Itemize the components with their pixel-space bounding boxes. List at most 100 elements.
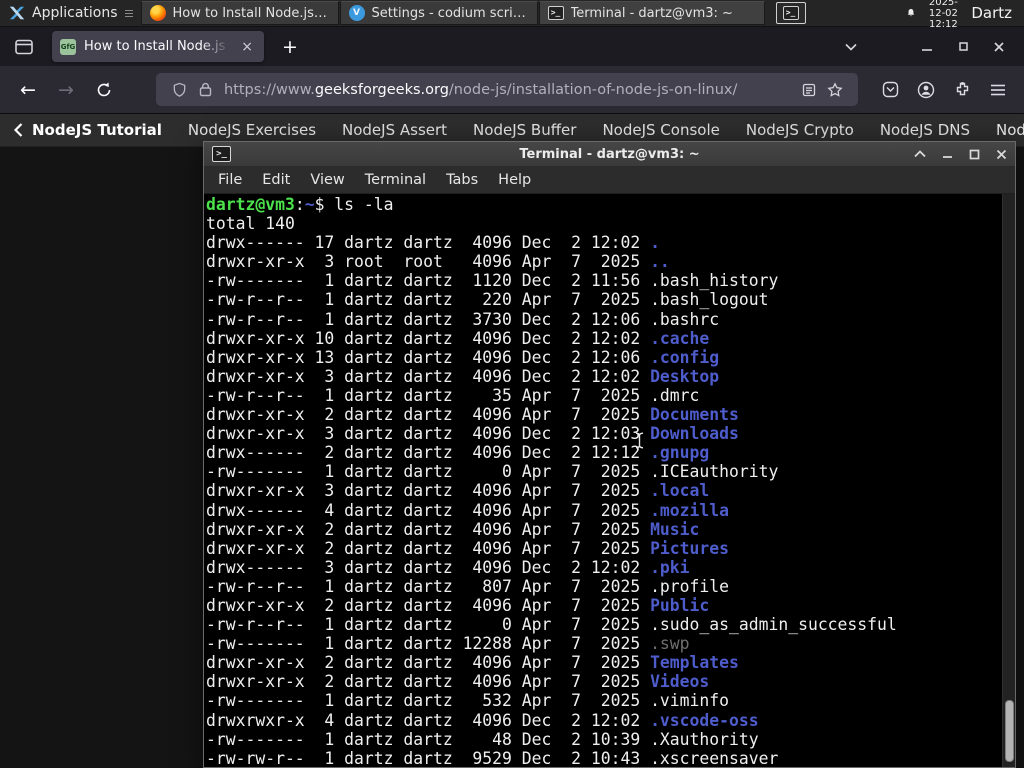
taskbar-window-codium[interactable]: V Settings - codium script...	[339, 1, 538, 25]
terminal-window-icon: >_	[212, 146, 231, 162]
file-name: .mozilla	[650, 500, 730, 520]
menu-edit[interactable]: Edit	[252, 172, 300, 188]
tab-title: How to Install Node.js on	[84, 39, 231, 54]
forward-button[interactable]: →	[50, 74, 82, 106]
terminal-title: Terminal - dartz@vm3: ~	[519, 146, 700, 162]
pocket-icon[interactable]	[876, 76, 904, 104]
browser-tab[interactable]: GfG How to Install Node.js on ×	[52, 31, 264, 62]
scrollbar-thumb[interactable]	[1005, 700, 1014, 762]
terminal-listing-line: drwxr-xr-x 13 dartz dartz 4096 Dec 2 12:…	[206, 347, 720, 367]
notification-bell-icon[interactable]	[906, 5, 916, 21]
minimize-button[interactable]	[912, 34, 942, 60]
total-line: total 140	[206, 214, 295, 234]
gfg-nav-item[interactable]: NodeJS Exercises	[188, 121, 316, 139]
bookmark-star-icon[interactable]	[822, 77, 848, 103]
url-path: /node-js/installation-of-node-js-on-linu…	[448, 81, 738, 98]
reader-mode-icon[interactable]	[796, 77, 822, 103]
restore-button[interactable]	[948, 34, 978, 60]
url-bar[interactable]: https://www.geeksforgeeks.org/node-js/in…	[156, 73, 858, 106]
terminal-listing-line: drwxr-xr-x 3 root root 4096 Apr 7 2025 .…	[206, 252, 670, 272]
tab-close-icon[interactable]: ×	[238, 39, 256, 55]
file-name: .bash_history	[650, 271, 779, 291]
menu-file[interactable]: File	[208, 172, 252, 188]
file-name: .xscreensaver	[650, 748, 779, 767]
menu-view[interactable]: View	[300, 172, 354, 188]
terminal-listing-line: -rw-r--r-- 1 dartz dartz 3730 Dec 2 12:0…	[206, 309, 720, 329]
terminal-listing-line: -rw------- 1 dartz dartz 12288 Apr 7 202…	[206, 634, 690, 654]
desktop: Applications How to Install Node.js o...…	[0, 0, 1024, 768]
gfg-nav-item[interactable]: NodeJS Buffer	[473, 121, 576, 139]
new-tab-button[interactable]: +	[274, 36, 306, 58]
file-name: Public	[650, 595, 710, 615]
terminal-listing-line: -rw------- 1 dartz dartz 0 Apr 7 2025 .I…	[206, 462, 779, 482]
firefox-view-button[interactable]	[8, 33, 40, 61]
clock-time: 12:12	[928, 18, 958, 30]
maximize-icon[interactable]	[969, 149, 980, 160]
terminal-listing-line: drwxr-xr-x 2 dartz dartz 4096 Apr 7 2025…	[206, 538, 730, 558]
terminal-listing-line: drwxr-xr-x 2 dartz dartz 4096 Apr 7 2025…	[206, 672, 710, 692]
terminal-listing-line: drwxr-xr-x 2 dartz dartz 4096 Apr 7 2025…	[206, 653, 739, 673]
file-name: .swp	[650, 634, 690, 654]
terminal-listing-line: -rw------- 1 dartz dartz 1120 Dec 2 11:5…	[206, 271, 779, 291]
url-scheme: https://www.	[224, 81, 315, 98]
terminal-output[interactable]: dartz@vm3:~$ ls -la total 140 drwx------…	[204, 194, 1015, 767]
file-name: .config	[650, 347, 720, 367]
menu-tabs[interactable]: Tabs	[436, 172, 488, 188]
file-name: .cache	[650, 328, 710, 348]
panel-user-label: Dartz	[971, 4, 1012, 22]
gfg-nav-item-label: Node	[995, 121, 1024, 139]
applications-label: Applications	[32, 5, 118, 21]
taskbar-window-terminal[interactable]: >_ Terminal - dartz@vm3: ~	[538, 1, 765, 25]
terminal-listing-line: drwx------ 2 dartz dartz 4096 Dec 2 12:1…	[206, 443, 710, 463]
list-all-tabs-button[interactable]	[836, 34, 866, 60]
prompt-cwd: ~	[304, 195, 315, 214]
file-name: .vscode-oss	[650, 710, 759, 730]
firefox-icon	[149, 5, 166, 21]
lock-icon[interactable]	[192, 77, 218, 103]
terminal-titlebar[interactable]: >_ Terminal - dartz@vm3: ~	[204, 142, 1015, 167]
prompt-colon: :	[294, 195, 305, 214]
close-button[interactable]	[984, 34, 1014, 60]
file-name: Desktop	[650, 366, 720, 386]
file-name: Music	[650, 519, 700, 539]
back-button[interactable]: ←	[12, 74, 44, 106]
file-name: .gnupg	[650, 443, 710, 463]
taskbar-window-firefox[interactable]: How to Install Node.js o...	[140, 1, 339, 25]
gfg-nav-item[interactable]: NodeJS Console	[602, 121, 719, 139]
file-name: Documents	[650, 405, 739, 425]
terminal-listing-line: -rw-r--r-- 1 dartz dartz 35 Apr 7 2025 .…	[206, 385, 700, 405]
menu-terminal[interactable]: Terminal	[355, 172, 436, 188]
menu-help[interactable]: Help	[488, 172, 541, 188]
file-name: Videos	[650, 672, 710, 692]
gfg-back-link[interactable]: NodeJS Tutorial	[14, 121, 162, 139]
terminal-listing-line: drwx------ 3 dartz dartz 4096 Dec 2 12:0…	[206, 557, 690, 577]
url-host: geeksforgeeks.org	[314, 81, 449, 98]
minimize-icon[interactable]	[942, 149, 953, 159]
rollup-icon[interactable]	[914, 150, 926, 158]
applications-menu-button[interactable]: Applications	[0, 0, 141, 26]
terminal-tray-icon[interactable]: >_	[775, 2, 806, 24]
terminal-listing-line: drwxr-xr-x 3 dartz dartz 4096 Dec 2 12:0…	[206, 424, 739, 444]
taskbar-label: Settings - codium script...	[371, 5, 529, 21]
tracking-shield-icon[interactable]	[166, 77, 192, 103]
clock[interactable]: 2025-12-02 12:12	[925, 0, 961, 30]
menu-hamburger-icon[interactable]	[984, 76, 1012, 104]
close-icon[interactable]	[996, 149, 1007, 160]
account-icon[interactable]	[912, 76, 940, 104]
terminal-listing-line: -rw-r--r-- 1 dartz dartz 0 Apr 7 2025 .s…	[206, 615, 897, 635]
gfg-nav-item[interactable]: NodeJS Crypto	[746, 121, 854, 139]
file-name: .profile	[650, 576, 730, 596]
gfg-nav-item[interactable]: NodeJS Assert	[342, 121, 447, 139]
terminal-menubar: File Edit View Terminal Tabs Help	[204, 167, 1015, 194]
gfg-nav-item-truncated[interactable]: Node	[996, 121, 1024, 139]
file-name: .Xauthority	[650, 729, 759, 749]
file-name: .pki	[650, 557, 690, 577]
codium-icon: V	[348, 5, 365, 21]
terminal-scrollbar[interactable]	[1002, 194, 1015, 767]
gfg-nav-item[interactable]: NodeJS DNS	[880, 121, 970, 139]
extensions-puzzle-icon[interactable]	[948, 76, 976, 104]
file-name: .local	[650, 481, 710, 501]
terminal-glyph-icon: >_	[782, 6, 799, 20]
window-controls	[836, 34, 1024, 60]
reload-button[interactable]	[88, 74, 120, 106]
